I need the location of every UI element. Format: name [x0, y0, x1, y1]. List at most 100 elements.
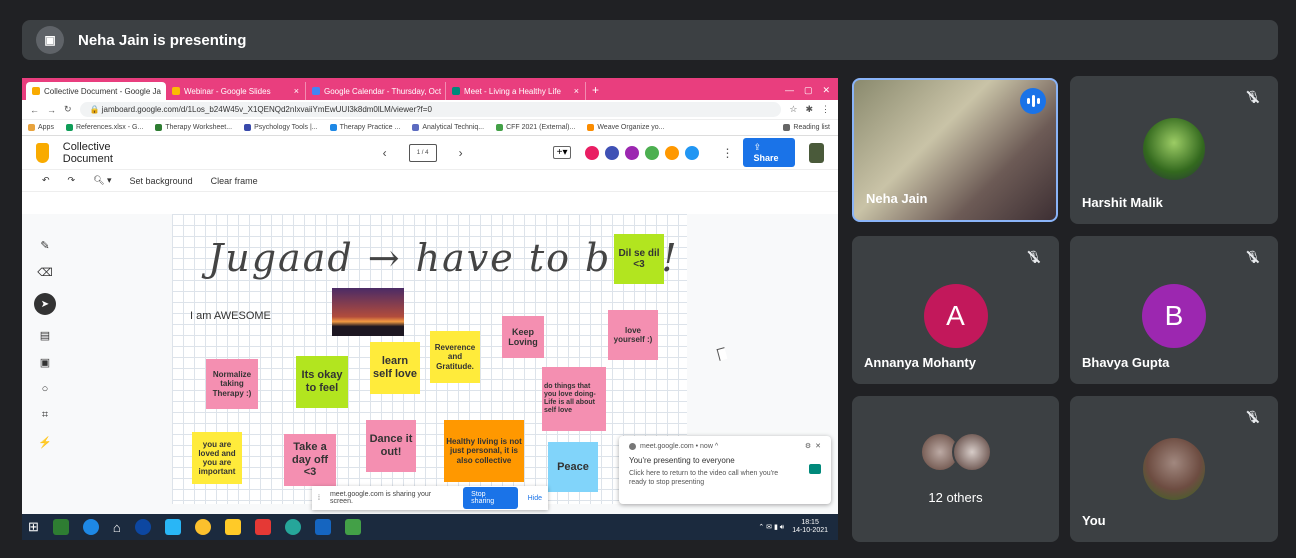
- windows-start-icon[interactable]: ⊞: [28, 519, 39, 535]
- text-box-icon[interactable]: ⌗: [42, 409, 48, 422]
- sticky-note[interactable]: Keep Loving: [502, 316, 544, 358]
- sticky-note[interactable]: love yourself :): [608, 310, 658, 360]
- bookmarks-bar: Apps References.xlsx - G... Therapy Work…: [22, 120, 838, 136]
- share-button[interactable]: ⇪ Share: [743, 138, 796, 167]
- home-icon[interactable]: ⌂: [113, 520, 121, 535]
- shared-screen[interactable]: Collective Document - Google Ja × Webina…: [22, 78, 838, 540]
- sticky-note[interactable]: Dance it out!: [366, 420, 416, 472]
- bookmark-item[interactable]: Weave Organize yo...: [587, 124, 665, 131]
- popup-close-icon[interactable]: ✕: [815, 442, 821, 450]
- collaborator-avatar[interactable]: [583, 143, 602, 162]
- bookmark-label: Reading list: [793, 124, 830, 131]
- bookmark-reading-list[interactable]: Reading list: [783, 124, 838, 131]
- previous-frame-icon[interactable]: ‹: [383, 146, 387, 160]
- participant-tile-you[interactable]: 🎙︎ You: [1070, 396, 1278, 542]
- clear-frame-button[interactable]: Clear frame: [211, 176, 258, 186]
- sticky-note[interactable]: Take a day off <3: [284, 434, 336, 486]
- window-close-icon[interactable]: ✕: [822, 85, 830, 96]
- clock[interactable]: 18:15 14-10-2021: [792, 519, 828, 536]
- sticky-note[interactable]: you are loved and you are important: [192, 432, 242, 484]
- sticky-note[interactable]: Healthy living is not just personal, it …: [444, 420, 524, 482]
- close-icon[interactable]: ×: [574, 86, 579, 96]
- meet-notification-popup[interactable]: meet.google.com • now ^ ⚙ ✕ You're prese…: [619, 436, 831, 504]
- text-box[interactable]: I am AWESOME: [190, 310, 271, 322]
- more-options-icon[interactable]: ⋮: [721, 146, 733, 160]
- maximize-icon[interactable]: ▢: [804, 85, 813, 96]
- reload-icon[interactable]: ↻: [64, 104, 72, 115]
- sticky-note[interactable]: Reverence and Gratitude.: [430, 331, 480, 383]
- image-icon[interactable]: ▣: [40, 356, 50, 369]
- eraser-icon[interactable]: ⌫: [37, 266, 53, 279]
- extensions-icon[interactable]: ✱: [805, 104, 813, 115]
- sticky-note[interactable]: learn self love: [370, 342, 420, 394]
- tray-icons[interactable]: ⌃ ✉ ▮ 🔊︎: [758, 523, 784, 532]
- tab-webinar-slides[interactable]: Webinar - Google Slides ×: [166, 82, 306, 100]
- file-explorer-icon[interactable]: [224, 519, 241, 535]
- sticky-note[interactable]: Its okay to feel: [296, 356, 348, 408]
- next-frame-icon[interactable]: ›: [459, 146, 463, 160]
- bookmark-item[interactable]: CFF 2021 (External)...: [496, 124, 575, 131]
- jamboard-frame[interactable]: Jugaad → have to buy! I am AWESOME Dil s…: [172, 214, 687, 504]
- taskbar-app-icon[interactable]: [52, 519, 69, 535]
- collaborator-avatar[interactable]: [643, 143, 662, 162]
- windows-taskbar: ⊞ ⌂ ⌃ ✉ ▮ 🔊︎ 18:15 14-10-2021: [22, 514, 838, 540]
- sticky-note[interactable]: Peace: [548, 442, 598, 492]
- bookmark-label: Therapy Worksheet...: [165, 124, 233, 131]
- select-icon[interactable]: ➤: [34, 293, 56, 315]
- tab-google-calendar[interactable]: Google Calendar - Thursday, Oct ×: [306, 82, 446, 100]
- bookmark-item[interactable]: Therapy Worksheet...: [155, 124, 232, 131]
- minimize-icon[interactable]: —: [785, 85, 794, 96]
- bookmark-item[interactable]: Therapy Practice ...: [329, 124, 400, 131]
- redo-icon[interactable]: ↷: [68, 175, 76, 186]
- close-icon[interactable]: ×: [294, 86, 299, 96]
- hide-button[interactable]: Hide: [528, 495, 542, 502]
- stop-sharing-button[interactable]: Stop sharing: [463, 487, 518, 509]
- drag-handle-icon[interactable]: ⁞: [318, 495, 320, 502]
- laser-icon[interactable]: ⚡: [38, 436, 52, 449]
- edge-icon[interactable]: [284, 519, 301, 535]
- zoom-icon[interactable]: 🔍︎ ▾: [93, 175, 111, 186]
- set-background-button[interactable]: Set background: [130, 176, 193, 186]
- participant-tile-harshit-malik[interactable]: 🎙︎ Harshit Malik: [1070, 76, 1278, 224]
- collaborator-avatar[interactable]: [623, 143, 642, 162]
- sticky-note[interactable]: Dil se dil <3: [614, 234, 664, 284]
- add-frame-icon[interactable]: +▾: [552, 146, 572, 159]
- taskbar-app-icon[interactable]: [344, 519, 361, 535]
- account-avatar[interactable]: [809, 142, 824, 163]
- edge-legacy-icon[interactable]: [82, 519, 99, 535]
- participant-name: Neha Jain: [866, 191, 928, 206]
- hp-icon[interactable]: [134, 519, 151, 535]
- bookmark-item[interactable]: Psychology Tools |...: [244, 124, 318, 131]
- back-icon[interactable]: ←: [30, 105, 39, 115]
- word-icon[interactable]: [314, 519, 331, 535]
- chrome-taskbar-icon[interactable]: [194, 519, 211, 535]
- pen-icon[interactable]: ✎: [40, 239, 49, 252]
- participant-tile-bhavya-gupta[interactable]: 🎙︎ B Bhavya Gupta: [1070, 236, 1278, 384]
- url-field[interactable]: 🔒 jamboard.google.com/d/1Los_b24W45v_X1Q…: [79, 102, 782, 117]
- sticky-note[interactable]: do things that you love doing- Life is a…: [542, 367, 606, 431]
- menu-dots-icon[interactable]: ⋮: [821, 104, 830, 115]
- undo-icon[interactable]: ↶: [42, 175, 50, 186]
- bookmark-item[interactable]: References.xlsx - G...: [65, 124, 143, 131]
- tab-collective-document[interactable]: Collective Document - Google Ja ×: [26, 82, 166, 100]
- participant-tile-neha-jain[interactable]: Neha Jain: [852, 78, 1058, 222]
- bookmark-apps[interactable]: Apps: [28, 124, 54, 131]
- star-icon[interactable]: ☆: [789, 104, 797, 115]
- bookmark-item[interactable]: Analytical Techniq...: [412, 124, 484, 131]
- circle-icon[interactable]: ○: [42, 383, 49, 395]
- collaborator-avatar[interactable]: [663, 143, 682, 162]
- collaborator-avatar[interactable]: [683, 143, 702, 162]
- taskbar-app-icon[interactable]: [164, 519, 181, 535]
- frame-indicator[interactable]: 1 / 4: [408, 143, 437, 162]
- forward-icon[interactable]: →: [47, 105, 56, 115]
- new-tab-icon[interactable]: +: [592, 83, 599, 97]
- participant-tile-annanya-mohanty[interactable]: 🎙︎ A Annanya Mohanty: [852, 236, 1059, 384]
- taskbar-app-icon[interactable]: [254, 519, 271, 535]
- sunset-photo[interactable]: [332, 288, 404, 336]
- collaborator-avatar[interactable]: [603, 143, 622, 162]
- tab-meet[interactable]: Meet - Living a Healthy Life ×: [446, 82, 586, 100]
- sticky-note-icon[interactable]: ▤: [40, 329, 50, 342]
- sticky-note[interactable]: Normalize taking Therapy :): [206, 359, 258, 409]
- participant-tile-others[interactable]: 12 others: [852, 396, 1059, 542]
- popup-settings-icon[interactable]: ⚙: [805, 442, 811, 450]
